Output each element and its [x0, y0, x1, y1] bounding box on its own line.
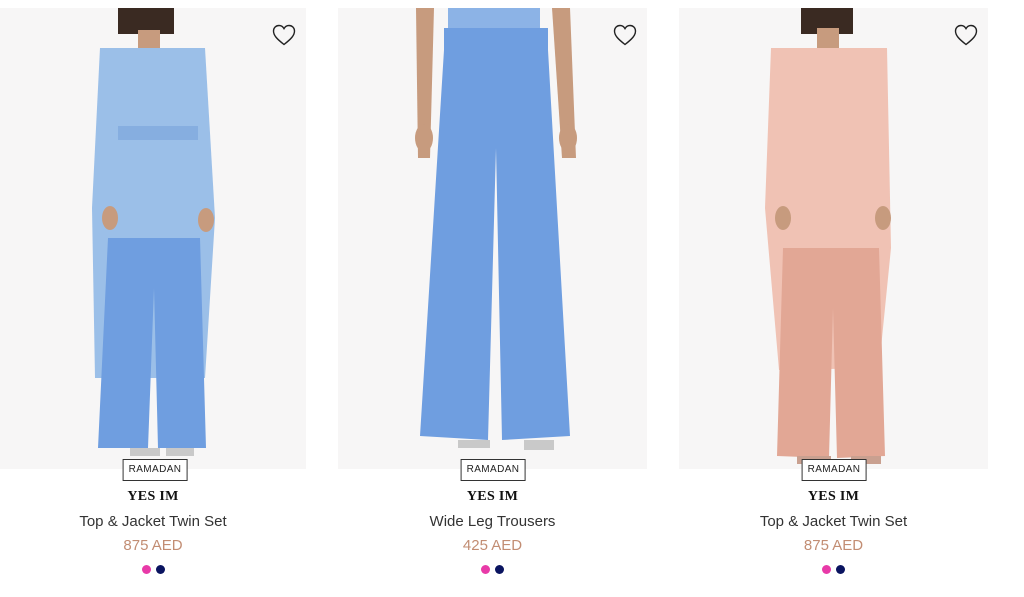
product-photo-top-jacket-set-blue — [92, 8, 215, 456]
product-card[interactable]: RAMADAN YES IM Wide Leg Trousers 425 AED — [338, 0, 648, 597]
color-swatch-pink[interactable] — [141, 565, 151, 574]
color-swatches — [0, 565, 306, 574]
product-brand[interactable]: YES IM — [338, 489, 647, 505]
product-image[interactable] — [0, 8, 306, 469]
product-image[interactable] — [338, 8, 647, 469]
product-photo-wide-leg-trousers-blue — [415, 8, 577, 450]
product-brand[interactable]: YES IM — [679, 489, 988, 505]
color-swatch-pink[interactable] — [481, 565, 490, 574]
product-card[interactable]: RAMADAN YES IM Top & Jacket Twin Set 875… — [679, 0, 989, 597]
color-swatch-navy[interactable] — [495, 565, 504, 574]
ramadan-tag: RAMADAN — [122, 459, 188, 481]
product-name[interactable]: Wide Leg Trousers — [338, 513, 647, 530]
product-photo-top-jacket-set-pink — [765, 8, 891, 464]
ramadan-tag: RAMADAN — [460, 459, 526, 481]
wishlist-heart-icon[interactable] — [272, 24, 296, 46]
product-price: 425 AED — [462, 537, 523, 554]
ramadan-tag: RAMADAN — [801, 459, 867, 481]
product-brand[interactable]: YES IM — [0, 489, 306, 505]
product-price: 875 AED — [123, 537, 183, 554]
product-image[interactable] — [679, 8, 988, 469]
wishlist-heart-icon[interactable] — [613, 24, 637, 46]
color-swatches — [338, 565, 647, 574]
product-price: 875 AED — [803, 537, 864, 554]
color-swatches — [679, 565, 988, 574]
product-name[interactable]: Top & Jacket Twin Set — [679, 513, 988, 530]
color-swatch-navy[interactable] — [155, 565, 165, 574]
color-swatch-pink[interactable] — [822, 565, 831, 574]
product-name[interactable]: Top & Jacket Twin Set — [0, 513, 306, 530]
wishlist-heart-icon[interactable] — [954, 24, 978, 46]
product-card[interactable]: RAMADAN YES IM Top & Jacket Twin Set 875… — [0, 0, 310, 597]
color-swatch-navy[interactable] — [836, 565, 845, 574]
